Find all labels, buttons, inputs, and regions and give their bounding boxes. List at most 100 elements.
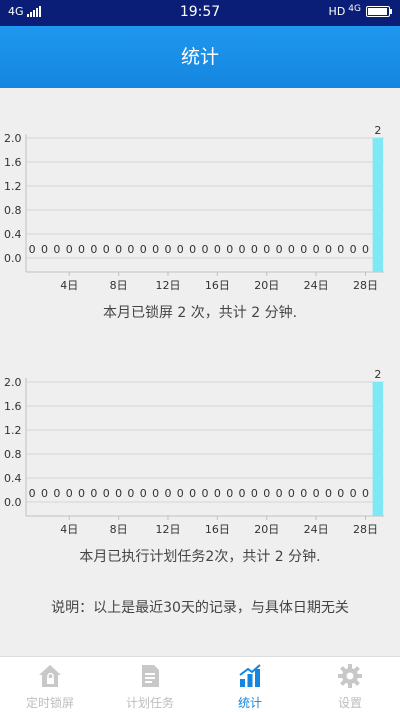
bar-value-label: 0 (177, 487, 184, 500)
document-icon (142, 665, 159, 687)
bar-value-label: 0 (263, 487, 270, 500)
bar-value-label: 0 (103, 243, 110, 256)
bar-value-label: 0 (263, 243, 270, 256)
bar-value-label: 0 (164, 487, 171, 500)
status-bar: 4G 19:57 HD 4G (0, 0, 400, 26)
bar-value-label: 0 (66, 487, 73, 500)
bar-value-label: 0 (239, 487, 246, 500)
page-title: 统计 (180, 46, 219, 68)
bar-value-label: 0 (164, 243, 171, 256)
bar-value-label: 0 (337, 487, 344, 500)
bar-value-label: 0 (152, 487, 159, 500)
bar-value-label: 0 (127, 243, 134, 256)
lock-count-chart: 0.0 0.4 0.8 1.2 1.6 2.0 4日 8日 12日 16日 20日 24日 28日 0 0 0… (0, 118, 400, 292)
bar-value-label: 2 (374, 368, 381, 381)
x-tick-label: 12日 (155, 523, 180, 536)
bar-value-label: 0 (90, 487, 97, 500)
bar-value-label: 0 (214, 487, 221, 500)
tab-planned-tasks[interactable]: 计划任务 (100, 657, 200, 712)
bar-value-label: 0 (251, 243, 258, 256)
y-tick-label: 0.0 (4, 496, 22, 509)
bar-value-label: 0 (66, 243, 73, 256)
tab-label: 设置 (337, 696, 362, 710)
bar-value-label: 0 (53, 487, 60, 500)
bar-value-label: 0 (115, 487, 122, 500)
task-count-chart-svg: 0.00.40.81.21.62.04日 8日 12日 16日 20日 24日 28日0 0 0… (4, 368, 384, 536)
task-summary-caption: 本月已执行计划任务2次，共计 2 分钟. (79, 549, 321, 565)
bar-value-label: 0 (177, 243, 184, 256)
x-tick-label: 8日 (110, 279, 128, 292)
bar-value-label: 0 (251, 487, 258, 500)
bar-value-label: 0 (226, 487, 233, 500)
bar-value-label: 0 (202, 243, 209, 256)
bar-value-label: 0 (288, 487, 295, 500)
x-tick-label: 16日 (205, 279, 230, 292)
x-tick-label: 28日 (353, 279, 378, 292)
x-tick-label: 12日 (155, 279, 180, 292)
y-tick-label: 0.4 (4, 472, 22, 485)
x-tick-label: 20日 (254, 523, 279, 536)
bar-value-label: 0 (140, 487, 147, 500)
y-tick-label: 2.0 (4, 376, 22, 389)
bar-value-label: 0 (78, 487, 85, 500)
bar-value-label: 0 (140, 243, 147, 256)
y-tick-label: 1.2 (4, 424, 22, 437)
y-tick-label: 2.0 (4, 132, 22, 145)
home-lock-icon (39, 665, 61, 687)
y-tick-label: 0.8 (4, 204, 22, 217)
bar-value-label: 0 (239, 243, 246, 256)
bar-value-label: 0 (29, 487, 36, 500)
bar-value-label: 0 (362, 487, 369, 500)
tab-label: 定时锁屏 (25, 696, 74, 710)
lock-count-chart-svg: 0.00.40.81.21.62.04日 8日 12日 16日 20日 24日 28日0 0 0… (4, 124, 384, 292)
gear-icon (338, 664, 362, 688)
tab-label: 统计 (237, 696, 262, 710)
bar-value-label: 0 (152, 243, 159, 256)
bar-value-label: 0 (41, 243, 48, 256)
bar-value-label: 0 (78, 243, 85, 256)
bar-value-label: 0 (325, 243, 332, 256)
bar-value-label: 0 (127, 487, 134, 500)
bar-value-label: 0 (202, 487, 209, 500)
y-tick-label: 1.6 (4, 156, 22, 169)
network-type-right: 4G (348, 3, 361, 14)
bar-value-label: 0 (313, 487, 320, 500)
bar-value-label: 0 (226, 243, 233, 256)
tab-label: 计划任务 (125, 696, 174, 710)
y-tick-label: 0.0 (4, 252, 22, 265)
bar-value-label: 0 (90, 243, 97, 256)
bar (372, 138, 384, 272)
bar-value-label: 0 (350, 487, 357, 500)
x-tick-label: 16日 (205, 523, 230, 536)
x-tick-label: 4日 (60, 523, 78, 536)
bar-value-label: 2 (374, 124, 381, 137)
y-tick-label: 0.8 (4, 448, 22, 461)
bar-chart-icon (239, 664, 261, 687)
records-note: 说明：以上是最近30天的记录，与具体日期无关 (51, 600, 349, 616)
x-tick-label: 28日 (353, 523, 378, 536)
tab-timed-lock[interactable]: 定时锁屏 (0, 657, 100, 712)
bar-value-label: 0 (325, 487, 332, 500)
bar-value-label: 0 (103, 487, 110, 500)
bar-value-label: 0 (300, 487, 307, 500)
lock-summary-caption: 本月已锁屏 2 次，共计 2 分钟. (102, 305, 298, 321)
x-tick-label: 4日 (60, 279, 78, 292)
bar-value-label: 0 (189, 243, 196, 256)
bar-value-label: 0 (53, 243, 60, 256)
bar-value-label: 0 (350, 243, 357, 256)
hd-indicator: HD (328, 5, 346, 18)
bar-value-label: 0 (362, 243, 369, 256)
x-tick-label: 20日 (254, 279, 279, 292)
tab-statistics[interactable]: 统计 (200, 657, 300, 712)
x-tick-label: 24日 (304, 523, 329, 536)
bar-value-label: 0 (313, 243, 320, 256)
bar-value-label: 0 (214, 243, 221, 256)
task-count-chart: 0.0 0.4 0.8 1.2 1.6 2.0 4日 8日 12日 16日 20日 24日 28日 0 0 0… (0, 362, 400, 536)
bar-value-label: 0 (300, 243, 307, 256)
y-tick-label: 0.4 (4, 228, 22, 241)
bar-value-label: 0 (337, 243, 344, 256)
tab-settings[interactable]: 设置 (300, 657, 400, 712)
bar-value-label: 0 (29, 243, 36, 256)
bar-value-label: 0 (41, 487, 48, 500)
battery-icon (366, 6, 392, 17)
